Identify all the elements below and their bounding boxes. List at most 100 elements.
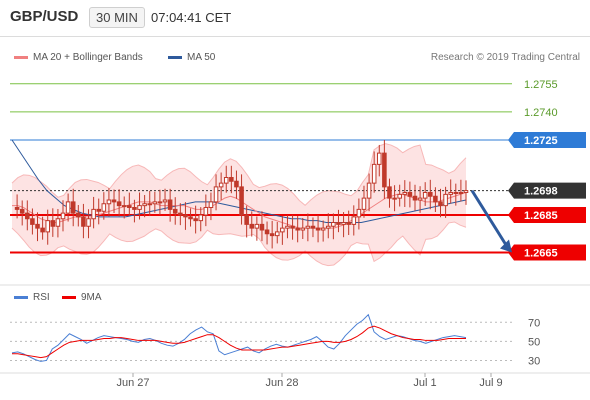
- candle-body: [218, 182, 224, 188]
- candle-body: [371, 163, 377, 184]
- candle-body: [295, 227, 300, 231]
- candle-body: [443, 193, 448, 207]
- candle-body: [152, 201, 158, 205]
- candle-body: [167, 199, 173, 210]
- candle-body: [239, 186, 244, 216]
- candle-body: [106, 199, 112, 205]
- candle-body: [132, 207, 137, 210]
- candle-body: [305, 225, 311, 229]
- rsi-tick-label-0: 70: [528, 317, 540, 329]
- candle-body: [208, 201, 214, 208]
- rsi-tick-label-1: 50: [528, 336, 540, 348]
- candle-body: [35, 223, 40, 229]
- candle-body: [60, 212, 66, 220]
- candle-body: [366, 182, 372, 199]
- projection-arrow-head: [500, 239, 512, 253]
- candle-body: [320, 227, 326, 231]
- price-level-label-4: 1.2685: [524, 210, 558, 222]
- candle-body: [142, 203, 147, 207]
- candle-body: [264, 229, 270, 235]
- candle-body: [121, 205, 127, 208]
- candle-body: [428, 192, 433, 197]
- candle-body: [376, 152, 382, 165]
- candle-body: [30, 218, 35, 225]
- candle-body: [310, 225, 316, 229]
- candle-body: [336, 222, 341, 225]
- candle-body: [387, 186, 392, 199]
- candle-body: [412, 195, 418, 201]
- candle-body: [356, 208, 362, 218]
- candle-body: [290, 225, 295, 229]
- candle-body: [127, 205, 132, 208]
- candle-body: [433, 195, 438, 203]
- price-chart: 1.2755 1.2740 1.2725 1.2698 1.2685 1.2665 70 50…: [0, 79, 590, 389]
- rsi-line: [11, 313, 467, 362]
- candle-body: [361, 197, 367, 210]
- candle-body: [274, 231, 280, 237]
- candle-body: [244, 214, 249, 225]
- candle-body: [147, 203, 153, 206]
- x-axis-label-2: Jul 1: [413, 377, 436, 389]
- candle-body: [341, 222, 346, 225]
- candle-body: [254, 223, 260, 229]
- candle-body: [300, 227, 306, 231]
- candle-body: [351, 216, 357, 225]
- candle-body: [70, 201, 76, 214]
- candle-body: [280, 227, 285, 233]
- x-axis-label-1: Jun 28: [265, 377, 298, 389]
- candle-body: [91, 208, 96, 220]
- bollinger-band: [12, 143, 466, 266]
- candle-body: [223, 177, 229, 184]
- candle-body: [178, 212, 183, 216]
- candle-body: [116, 201, 122, 207]
- candle-body: [407, 192, 413, 197]
- candle-body: [417, 197, 423, 201]
- candle-body: [14, 207, 20, 210]
- rsi-tick-label-2: 30: [528, 355, 540, 367]
- candle-body: [346, 222, 351, 225]
- candle-body: [76, 212, 81, 218]
- candle-body: [198, 214, 204, 222]
- candle-body: [229, 177, 234, 182]
- candle-body: [188, 216, 193, 220]
- candle-body: [172, 208, 178, 214]
- candle-body: [55, 218, 61, 227]
- candle-body: [397, 193, 402, 199]
- candle-body: [81, 216, 86, 227]
- candle-body: [259, 223, 265, 231]
- candle-body: [157, 201, 163, 204]
- candle-body: [96, 208, 102, 212]
- candle-body: [315, 227, 321, 231]
- candle-body: [101, 203, 107, 212]
- candle-body: [65, 201, 71, 214]
- candle-body: [402, 192, 408, 195]
- price-level-label-0: 1.2755: [524, 79, 558, 91]
- candle-body: [183, 214, 188, 218]
- price-level-label-5: 1.2665: [524, 248, 558, 260]
- candle-body: [463, 190, 469, 193]
- candle-body: [382, 152, 387, 188]
- x-axis-label-0: Jun 27: [116, 377, 149, 389]
- candle-body: [392, 197, 397, 200]
- candle-body: [269, 233, 275, 237]
- candle-body: [45, 220, 50, 233]
- candle-body: [234, 180, 239, 188]
- candle-body: [453, 192, 459, 194]
- candle-body: [86, 218, 91, 227]
- candle-body: [25, 212, 30, 220]
- candle-body: [137, 205, 142, 210]
- candle-body: [40, 227, 45, 233]
- candle-body: [422, 192, 428, 199]
- x-axis-label-3: Jul 9: [479, 377, 502, 389]
- candle-body: [438, 201, 443, 207]
- candle-body: [458, 192, 464, 194]
- price-level-label-3: 1.2698: [524, 186, 558, 198]
- price-level-label-2: 1.2725: [524, 135, 558, 147]
- candle-body: [193, 218, 198, 222]
- candle-body: [331, 222, 336, 227]
- price-level-label-1: 1.2740: [524, 107, 558, 119]
- candle-body: [448, 192, 453, 195]
- candle-body: [162, 199, 168, 203]
- candle-body: [325, 225, 331, 229]
- candle-body: [249, 223, 255, 229]
